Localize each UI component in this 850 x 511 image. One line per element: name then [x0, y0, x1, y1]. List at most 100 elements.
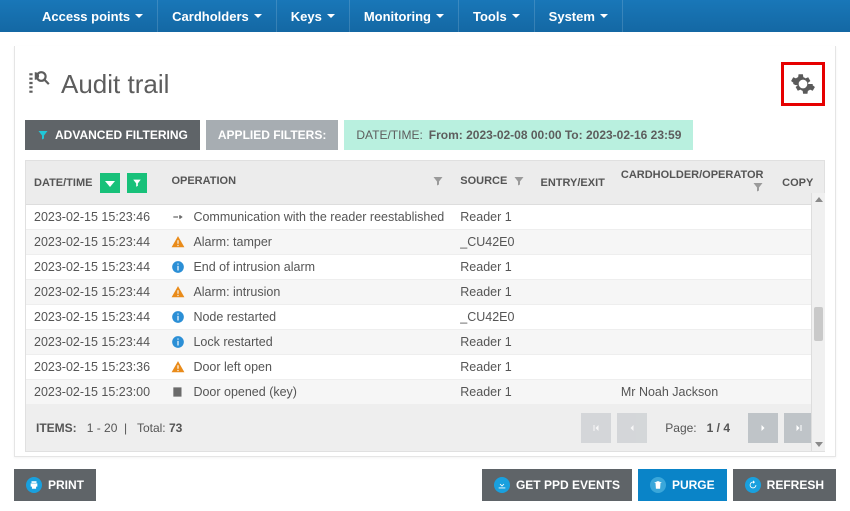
operation-text: Lock restarted: [193, 335, 272, 349]
link-icon: [171, 210, 185, 224]
col-source[interactable]: SOURCE: [452, 161, 532, 205]
nav-label: Tools: [473, 9, 507, 24]
cell-datetime: 2023-02-15 15:23:46: [26, 205, 163, 230]
cell-entry-exit: [533, 230, 613, 255]
table-row[interactable]: 2023-02-15 15:23:44 End of intrusion alar…: [26, 255, 824, 280]
table-row[interactable]: 2023-02-15 15:23:00Door opened (key)Read…: [26, 380, 824, 405]
operation-text: Alarm: tamper: [193, 235, 272, 249]
next-page-button[interactable]: [748, 413, 778, 443]
cell-entry-exit: [533, 330, 613, 355]
table-header-row: DATE/TIME OPERATION SOURCE ENTRY/EX: [26, 161, 824, 205]
cell-operation: Door left open: [163, 355, 452, 380]
cell-operation: End of intrusion alarm: [163, 255, 452, 280]
column-filter-button[interactable]: [127, 173, 147, 193]
scrollbar[interactable]: [811, 193, 825, 451]
cell-cardholder: [613, 205, 772, 230]
cell-cardholder: [613, 305, 772, 330]
operation-text: End of intrusion alarm: [193, 260, 315, 274]
column-filter-icon[interactable]: [432, 175, 444, 190]
warning-icon: [171, 235, 185, 249]
filter-chip-label: DATE/TIME:: [356, 128, 422, 142]
col-operation[interactable]: OPERATION: [163, 161, 452, 205]
operation-text: Door opened (key): [193, 385, 297, 399]
button-label: PRINT: [48, 478, 84, 492]
cell-operation: Door opened (key): [163, 380, 452, 405]
cell-operation: Communication with the reader reestablis…: [163, 205, 452, 230]
nav-keys[interactable]: Keys: [277, 0, 350, 32]
scroll-down-icon: [815, 442, 823, 447]
warning-icon: [171, 360, 185, 374]
info-icon: [171, 335, 185, 349]
table-row[interactable]: 2023-02-15 15:23:46 Communication with th…: [26, 205, 824, 230]
table-row[interactable]: 2023-02-15 15:23:44 Alarm: tamper _CU42E0: [26, 230, 824, 255]
scroll-up-icon: [815, 197, 823, 202]
refresh-button[interactable]: REFRESH: [733, 469, 836, 501]
nav-system[interactable]: System: [535, 0, 623, 32]
button-label: GET PPD EVENTS: [516, 478, 620, 492]
sort-button[interactable]: [100, 173, 120, 193]
cell-source: Reader 1: [452, 330, 532, 355]
page-title: Audit trail: [61, 69, 169, 100]
chevron-down-icon: [327, 14, 335, 18]
settings-button[interactable]: [781, 62, 825, 106]
column-filter-icon[interactable]: [752, 181, 764, 196]
col-entry-exit[interactable]: ENTRY/EXIT: [533, 161, 613, 205]
button-label: REFRESH: [767, 478, 824, 492]
filter-chip-datetime[interactable]: DATE/TIME: From: 2023-02-08 00:00 To: 20…: [344, 120, 693, 150]
main-navbar: Access points Cardholders Keys Monitorin…: [0, 0, 850, 32]
table-row[interactable]: 2023-02-15 15:23:44Alarm: intrusionReade…: [26, 280, 824, 305]
audit-table: DATE/TIME OPERATION SOURCE ENTRY/EX: [25, 160, 825, 452]
button-label: ADVANCED FILTERING: [55, 128, 188, 142]
print-icon: [26, 477, 42, 493]
cell-source: _CU42E0: [452, 305, 532, 330]
button-label: PURGE: [672, 478, 715, 492]
last-page-button[interactable]: [784, 413, 814, 443]
cell-source: Reader 1: [452, 280, 532, 305]
cell-source: Reader 1: [452, 205, 532, 230]
cell-datetime: 2023-02-15 15:23:44: [26, 305, 163, 330]
col-datetime[interactable]: DATE/TIME: [26, 161, 163, 205]
cell-cardholder: [613, 330, 772, 355]
page-indicator: Page: 1 / 4: [665, 421, 730, 435]
chevron-down-icon: [512, 14, 520, 18]
table-row[interactable]: 2023-02-15 15:23:44 Lock restarted Reader …: [26, 330, 824, 355]
cell-cardholder: [613, 355, 772, 380]
cell-datetime: 2023-02-15 15:23:44: [26, 280, 163, 305]
col-cardholder[interactable]: CARDHOLDER/OPERATOR: [613, 161, 772, 205]
filter-chip-value: From: 2023-02-08 00:00 To: 2023-02-16 23…: [429, 128, 682, 142]
first-page-button[interactable]: [581, 413, 611, 443]
cell-cardholder: Mr Noah Jackson: [613, 380, 772, 405]
nav-label: Monitoring: [364, 9, 431, 24]
get-ppd-events-button[interactable]: GET PPD EVENTS: [482, 469, 632, 501]
nav-cardholders[interactable]: Cardholders: [158, 0, 277, 32]
cell-entry-exit: [533, 255, 613, 280]
nav-monitoring[interactable]: Monitoring: [350, 0, 459, 32]
cell-datetime: 2023-02-15 15:23:36: [26, 355, 163, 380]
cell-datetime: 2023-02-15 15:23:44: [26, 230, 163, 255]
nav-label: Access points: [42, 9, 130, 24]
nav-label: Cardholders: [172, 9, 249, 24]
table-row[interactable]: 2023-02-15 15:23:44 Node restarted _CU42E0: [26, 305, 824, 330]
print-button[interactable]: PRINT: [14, 469, 96, 501]
column-filter-icon[interactable]: [513, 175, 525, 190]
gear-icon: [790, 71, 816, 97]
cell-datetime: 2023-02-15 15:23:44: [26, 330, 163, 355]
operation-text: Node restarted: [193, 310, 276, 324]
operation-text: Communication with the reader reestablis…: [193, 210, 444, 224]
cell-entry-exit: [533, 355, 613, 380]
filter-icon: [37, 129, 49, 141]
filter-bar: ADVANCED FILTERING APPLIED FILTERS: DATE…: [25, 120, 825, 150]
table-row[interactable]: 2023-02-15 15:23:36Door left openReader …: [26, 355, 824, 380]
cell-source: _CU42E0: [452, 230, 532, 255]
nav-tools[interactable]: Tools: [459, 0, 535, 32]
cell-datetime: 2023-02-15 15:23:44: [26, 255, 163, 280]
cell-operation: Alarm: tamper: [163, 230, 452, 255]
items-summary: ITEMS: 1 - 20 | Total: 73: [36, 421, 182, 435]
advanced-filtering-button[interactable]: ADVANCED FILTERING: [25, 120, 200, 150]
nav-label: Keys: [291, 9, 322, 24]
action-bar: PRINT GET PPD EVENTS PURGE REFRESH: [0, 457, 850, 511]
prev-page-button[interactable]: [617, 413, 647, 443]
nav-access-points[interactable]: Access points: [28, 0, 158, 32]
cell-cardholder: [613, 230, 772, 255]
purge-button[interactable]: PURGE: [638, 469, 727, 501]
